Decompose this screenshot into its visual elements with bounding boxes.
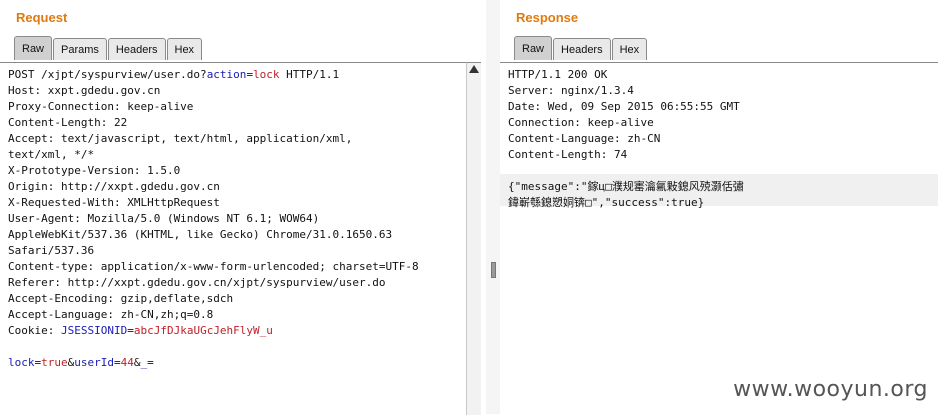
request-text-segment: Host: xxpt.gdedu.gov.cn bbox=[8, 84, 161, 97]
request-line: text/xml, */* bbox=[8, 147, 419, 163]
request-text-segment: action bbox=[206, 68, 247, 81]
request-tab-raw[interactable]: Raw bbox=[14, 36, 53, 60]
response-tabbar: Raw Headers Hex bbox=[514, 36, 648, 60]
response-line bbox=[508, 163, 744, 179]
request-text-segment: POST /xjpt/syspurview/user.do? bbox=[8, 68, 207, 81]
request-line: Host: xxpt.gdedu.gov.cn bbox=[8, 83, 419, 99]
request-text-segment: Cookie: bbox=[8, 324, 61, 337]
request-text-segment: JSESSIONID bbox=[60, 324, 128, 337]
request-line: lock=true&userId=44&_= bbox=[8, 355, 419, 371]
response-pane: Response Raw Headers Hex HTTP/1.1 200 OK… bbox=[500, 0, 938, 415]
response-title: Response bbox=[516, 10, 579, 25]
response-line: Content-Length: 74 bbox=[508, 147, 744, 163]
response-line: Content-Language: zh-CN bbox=[508, 131, 744, 147]
request-text-segment: Accept: text/javascript, text/html, appl… bbox=[8, 132, 353, 145]
request-text-segment: AppleWebKit/537.36 (KHTML, like Gecko) C… bbox=[8, 228, 393, 241]
request-line: Origin: http://xxpt.gdedu.gov.cn bbox=[8, 179, 419, 195]
request-text-segment: Accept-Language: zh-CN,zh;q=0.8 bbox=[8, 308, 214, 321]
request-line: X-Prototype-Version: 1.5.0 bbox=[8, 163, 419, 179]
request-tab-headers[interactable]: Headers bbox=[107, 38, 166, 60]
request-text-segment: = bbox=[147, 356, 154, 369]
request-tabbar: Raw Params Headers Hex bbox=[14, 36, 203, 60]
request-tab-params[interactable]: Params bbox=[53, 38, 107, 60]
request-text-segment: HTTP/1.1 bbox=[279, 68, 340, 81]
request-text-segment: Origin: http://xxpt.gdedu.gov.cn bbox=[8, 180, 220, 193]
request-text-segment: X-Requested-With: XMLHttpRequest bbox=[8, 196, 220, 209]
request-line: Accept-Encoding: gzip,deflate,sdch bbox=[8, 291, 419, 307]
response-text-segment: HTTP/1.1 200 OK bbox=[508, 68, 608, 81]
request-line bbox=[8, 339, 419, 355]
request-editor[interactable]: POST /xjpt/syspurview/user.do?action = loc… bbox=[0, 62, 466, 415]
response-tab-raw[interactable]: Raw bbox=[514, 36, 553, 60]
request-scrollbar[interactable] bbox=[466, 62, 481, 415]
response-line: {"message":"鎵ц□濮规寚瀹氱敤鎴风殑灏佸彇 bbox=[508, 179, 744, 195]
response-tab-headers[interactable]: Headers bbox=[553, 38, 611, 60]
response-text-segment: Content-Length: 74 bbox=[508, 148, 628, 161]
response-text: HTTP/1.1 200 OK Server: nginx/1.3.4 Date: … bbox=[508, 67, 744, 211]
response-line: 鍏嶄綔鎴愬姛锛□","success":true} bbox=[508, 195, 744, 211]
response-line: Connection: keep-alive bbox=[508, 115, 744, 131]
request-text-segment: true bbox=[41, 356, 68, 369]
request-title: Request bbox=[16, 10, 68, 25]
request-text-segment: Content-Length: 22 bbox=[8, 116, 128, 129]
response-text-segment: 鍏嶄綔鎴愬姛锛□","success":true} bbox=[508, 196, 705, 209]
response-text-segment: Content-Language: zh-CN bbox=[508, 132, 661, 145]
response-text-segment: Server: nginx/1.3.4 bbox=[508, 84, 634, 97]
request-text-segment: Referer: http://xxpt.gdedu.gov.cn/xjpt/s… bbox=[8, 276, 386, 289]
request-text-segment: & bbox=[133, 356, 141, 369]
request-text-segment: X-Prototype-Version: 1.5.0 bbox=[8, 164, 181, 177]
request-line: Referer: http://xxpt.gdedu.gov.cn/xjpt/s… bbox=[8, 275, 419, 291]
request-line: POST /xjpt/syspurview/user.do?action=loc… bbox=[8, 67, 419, 83]
request-text-segment: = bbox=[114, 356, 121, 369]
response-text-segment: Date: Wed, 09 Sep 2015 06:55:55 GMT bbox=[508, 100, 740, 113]
request-line: Safari/537.36 bbox=[8, 243, 419, 259]
response-tab-hex[interactable]: Hex bbox=[611, 38, 648, 60]
request-text: POST /xjpt/syspurview/user.do?action = loc… bbox=[8, 67, 419, 371]
response-text-segment: Connection: keep-alive bbox=[508, 116, 654, 129]
splitter-grip-icon[interactable] bbox=[491, 262, 496, 278]
request-line: Content-type: application/x-www-form-url… bbox=[8, 259, 419, 275]
request-text-segment: = bbox=[127, 324, 134, 337]
request-text-segment: lock bbox=[253, 68, 280, 81]
request-text-segment: User-Agent: Mozilla/5.0 (Windows NT 6.1;… bbox=[8, 212, 320, 225]
response-line: HTTP/1.1 200 OK bbox=[508, 67, 744, 83]
request-text-segment: lock bbox=[8, 356, 35, 369]
request-text-segment: Content-type: application/x-www-form-url… bbox=[8, 260, 419, 273]
request-text-segment: 44 bbox=[120, 356, 134, 369]
request-line: User-Agent: Mozilla/5.0 (Windows NT 6.1;… bbox=[8, 211, 419, 227]
response-line: Server: nginx/1.3.4 bbox=[508, 83, 744, 99]
watermark: www.wooyun.org bbox=[733, 377, 928, 402]
response-line: Date: Wed, 09 Sep 2015 06:55:55 GMT bbox=[508, 99, 744, 115]
scroll-up-arrow-icon[interactable] bbox=[469, 65, 479, 73]
request-line: Accept: text/javascript, text/html, appl… bbox=[8, 131, 419, 147]
request-line: Cookie: JSESSIONID=abcJfDJkaUGcJehFlyW_u bbox=[8, 323, 419, 339]
pane-splitter[interactable] bbox=[486, 0, 500, 414]
request-line: Accept-Language: zh-CN,zh;q=0.8 bbox=[8, 307, 419, 323]
request-text-segment: abcJfDJkaUGcJehFlyW_u bbox=[133, 324, 273, 337]
request-text-segment: userId bbox=[74, 356, 114, 369]
request-text-segment: Safari/537.36 bbox=[8, 244, 95, 257]
request-line: Proxy-Connection: keep-alive bbox=[8, 99, 419, 115]
request-line: X-Requested-With: XMLHttpRequest bbox=[8, 195, 419, 211]
response-text-segment: {"message":"鎵ц□濮规寚瀹氱敤鎴风殑灏佸彇 bbox=[508, 180, 744, 193]
request-tab-hex[interactable]: Hex bbox=[166, 38, 203, 60]
request-text-segment: Accept-Encoding: gzip,deflate,sdch bbox=[8, 292, 234, 305]
request-line: AppleWebKit/537.36 (KHTML, like Gecko) C… bbox=[8, 227, 419, 243]
request-pane: Request Raw Params Headers Hex POST /xjp… bbox=[0, 0, 486, 415]
request-text-segment: Proxy-Connection: keep-alive bbox=[8, 100, 194, 113]
request-text-segment: text/xml, */* bbox=[8, 148, 95, 161]
request-line: Content-Length: 22 bbox=[8, 115, 419, 131]
response-editor[interactable]: HTTP/1.1 200 OK Server: nginx/1.3.4 Date: … bbox=[500, 62, 938, 415]
